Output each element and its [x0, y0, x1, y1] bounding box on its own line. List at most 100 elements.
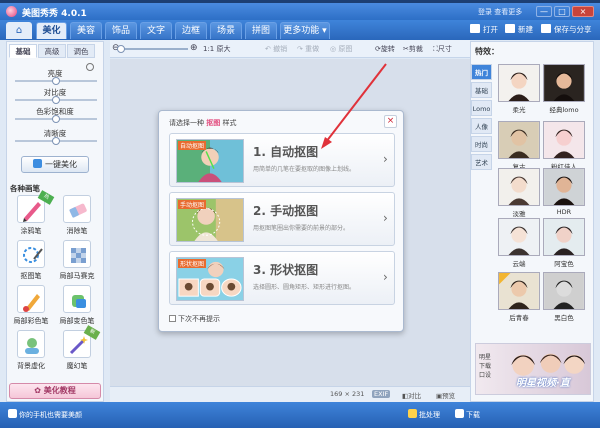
brush-eraser[interactable]: 消除笔 — [57, 195, 97, 237]
zoom-slider[interactable] — [117, 45, 188, 53]
effects-tab-art[interactable]: 艺术 — [471, 154, 492, 170]
maximize-button[interactable]: □ — [554, 6, 570, 17]
effect-post-youth[interactable]: 后青春 — [498, 272, 540, 322]
effect-elegant[interactable]: 淡雅 — [498, 168, 540, 218]
brush-recolor[interactable]: 局部变色笔 — [57, 285, 97, 327]
effect-thumbnail — [498, 272, 540, 310]
auto-cutout-desc: 用简单的几笔在要抠取的图像上划线。 — [253, 166, 356, 173]
option-shape-cutout[interactable]: 形状抠图 3. 形状抠图 选择圆形、圆角矩形、矩形进行抠图。 › — [169, 251, 395, 305]
one-key-beautify-button[interactable]: 一键美化 — [21, 156, 89, 173]
new-file-icon — [505, 24, 515, 33]
effects-tab-basic[interactable]: 基础 — [471, 82, 492, 98]
compare-button[interactable]: ◧对比 — [402, 390, 421, 400]
brush-magic[interactable]: 新 魔幻笔 — [57, 325, 101, 372]
effect-thumbnail — [543, 64, 585, 102]
beautify-tutorial-button[interactable]: ✿ 美化教程 — [9, 383, 101, 399]
effect-cloud[interactable]: 云端 — [498, 218, 540, 268]
effect-thumbnail — [498, 218, 540, 256]
effect-classic-lomo[interactable]: 经典lomo — [543, 64, 585, 114]
effect-abao-color[interactable]: 阿宝色 — [543, 218, 585, 268]
tab-collage[interactable]: 拼图 — [245, 22, 277, 39]
phone-icon — [8, 409, 17, 418]
undo-button[interactable]: ↶ 撤销 — [265, 44, 287, 54]
effect-label: 黑白色 — [554, 314, 574, 322]
tab-accessories[interactable]: 饰品 — [105, 22, 137, 39]
auto-cutout-thumbnail: 自动抠图 — [176, 139, 244, 183]
zoom-in-icon[interactable]: ⊕ — [190, 43, 198, 53]
sharpness-slider[interactable] — [15, 137, 97, 145]
batch-process-button[interactable]: 批处理 — [408, 409, 440, 420]
original-size-button[interactable]: 1:1 原大 — [203, 44, 231, 54]
effect-black-white[interactable]: 黑白色 — [543, 272, 585, 322]
contrast-knob[interactable] — [52, 96, 60, 104]
save-label: 保存与分享 — [554, 25, 592, 34]
brightness-slider[interactable] — [15, 77, 97, 85]
contrast-slider[interactable] — [15, 96, 97, 104]
app-title: 美图秀秀 4.0.1 — [22, 9, 87, 19]
tab-more-features[interactable]: 更多功能 ▾ — [280, 22, 330, 39]
rotate-label: 旋转 — [380, 45, 395, 53]
brightness-knob[interactable] — [52, 77, 60, 85]
compare-label: 对比 — [408, 392, 422, 400]
effect-hdr[interactable]: HDR — [543, 168, 585, 218]
effect-pink-lady[interactable]: 粉红佳人 — [543, 121, 585, 171]
new-button[interactable]: 新建 — [505, 24, 533, 36]
title-bar-links[interactable]: 登录 查看更多 — [478, 7, 522, 17]
effect-thumbnail — [543, 218, 585, 256]
effect-retro[interactable]: 复古 — [498, 121, 540, 171]
brush-cutout[interactable]: 抠图笔 — [11, 240, 51, 282]
home-icon[interactable]: ⌂ — [6, 22, 32, 39]
tab-beauty[interactable]: 美容 — [70, 22, 102, 39]
brush-doodle[interactable]: 热 涂鸦笔 — [11, 190, 55, 237]
download-button[interactable]: 下载 — [455, 409, 480, 420]
effect-soft-light[interactable]: 柔光 — [498, 64, 540, 114]
new-label: 新建 — [518, 25, 533, 34]
phone-promo-link[interactable]: 你的手机也需要美颜 — [8, 409, 82, 420]
star-video-ad-banner[interactable]: 明星 下载 口设 明星视频·直 — [475, 343, 591, 395]
brush-blur-background[interactable]: 背景虚化 — [11, 330, 51, 372]
effect-thumbnail — [498, 121, 540, 159]
exif-button[interactable]: EXIF — [372, 390, 391, 398]
color-brush-icon — [17, 285, 45, 313]
batch-label: 批处理 — [419, 411, 440, 419]
sharpness-knob[interactable] — [52, 137, 60, 145]
crop-button[interactable]: ✂剪裁 — [403, 44, 423, 54]
brush-local-color[interactable]: 局部彩色笔 — [11, 285, 51, 327]
tab-frames[interactable]: 边框 — [175, 22, 207, 39]
effects-tab-fashion[interactable]: 时尚 — [471, 136, 492, 152]
saturation-knob[interactable] — [52, 115, 60, 123]
tab-text[interactable]: 文字 — [140, 22, 172, 39]
effects-tab-hot[interactable]: 热门 — [471, 64, 492, 80]
manual-cutout-badge: 手动抠图 — [178, 200, 207, 209]
shape-cutout-desc: 选择圆形、圆角矩形、矩形进行抠图。 — [253, 284, 356, 291]
option-manual-cutout[interactable]: 手动抠图 2. 手动抠图 用抠图笔圈出你需要的前景的部分。 › — [169, 192, 395, 246]
saturation-slider[interactable] — [15, 115, 97, 123]
option-auto-cutout[interactable]: 自动抠图 1. 自动抠图 用简单的几笔在要抠取的图像上划线。 › — [169, 133, 395, 187]
restore-original-button[interactable]: ◎ 原图 — [330, 44, 352, 54]
preview-button[interactable]: ▣预览 — [436, 390, 455, 400]
rotate-button[interactable]: ⟳旋转 — [375, 44, 395, 54]
dialog-close-icon[interactable]: × — [384, 115, 397, 128]
eraser-brush-icon — [63, 195, 91, 223]
tutorial-label: 美化教程 — [43, 386, 76, 395]
brush-mosaic[interactable]: 局部马赛克 — [57, 240, 97, 282]
effects-tab-lomo[interactable]: Lomo — [471, 100, 492, 116]
tab-beautify[interactable]: 美化 — [36, 22, 67, 39]
brush-label: 消除笔 — [66, 227, 88, 235]
close-button[interactable]: × — [572, 6, 594, 17]
open-button[interactable]: 打开 — [470, 24, 498, 36]
redo-label: 重做 — [305, 45, 320, 53]
save-share-button[interactable]: 保存与分享 — [541, 24, 592, 36]
checkbox-box[interactable] — [169, 315, 176, 322]
subtab-advanced[interactable]: 高级 — [38, 44, 66, 58]
chevron-right-icon: › — [383, 270, 388, 284]
tab-scenes[interactable]: 场景 — [210, 22, 242, 39]
subtab-color[interactable]: 调色 — [67, 44, 95, 58]
effects-tab-portrait[interactable]: 人像 — [471, 118, 492, 134]
do-not-show-again-checkbox[interactable]: 下次不再提示 — [169, 314, 220, 324]
subtab-basic[interactable]: 基础 — [9, 44, 37, 58]
resize-button[interactable]: ⛶尺寸 — [433, 44, 452, 54]
redo-button[interactable]: ↷ 重做 — [297, 44, 319, 54]
minimize-button[interactable]: — — [536, 6, 552, 17]
zoom-slider-knob[interactable] — [117, 45, 125, 53]
